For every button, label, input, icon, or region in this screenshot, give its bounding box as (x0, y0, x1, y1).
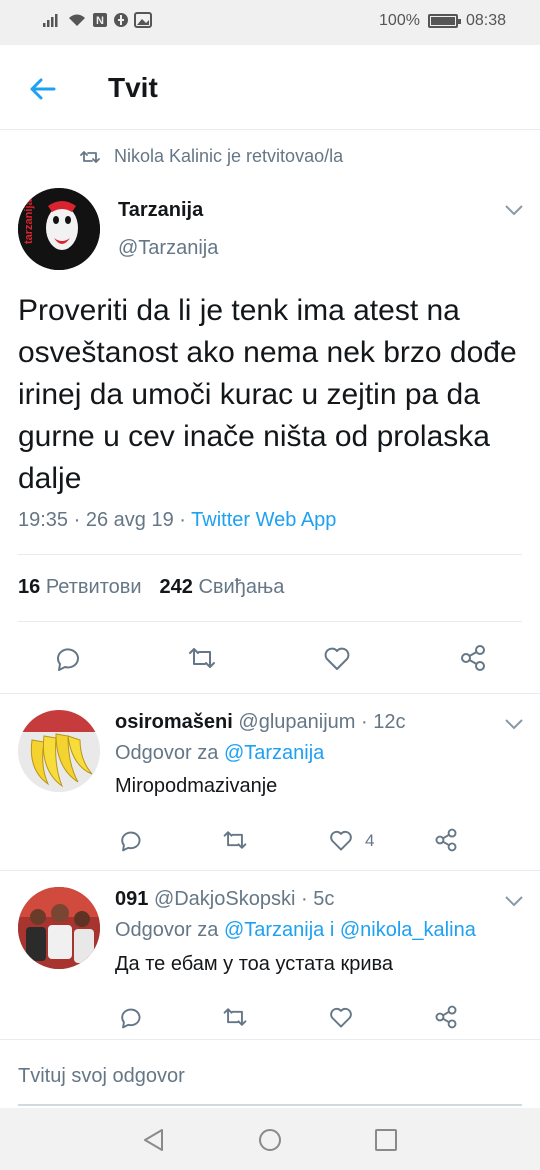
clock: 08:38 (465, 12, 506, 29)
reply-author-handle[interactable]: @DakjoSkopski (154, 888, 295, 910)
retweet-context-text: Nikola Kalinic je retvitovao/la (114, 146, 344, 166)
reply-avatar[interactable] (18, 887, 100, 969)
meta-separator: · (73, 509, 81, 531)
divider (18, 554, 522, 555)
image-notification-icon (134, 12, 152, 28)
meta-separator: · (300, 888, 308, 910)
meta-separator: · (179, 509, 186, 531)
status-icons: N (42, 12, 152, 28)
tarzanija-logo-icon: tarzanija (18, 188, 100, 270)
tweet-stats: 16 Ретвитови 242 Свиђања (18, 576, 284, 599)
divider (0, 693, 540, 694)
divider (18, 621, 522, 622)
tweet-meta: 19:35 · 26 avg 19 · Twitter Web App (18, 509, 336, 532)
reply-icon[interactable] (52, 643, 82, 673)
like-icon[interactable] (322, 643, 352, 673)
reply-author-name[interactable]: osiromašeni (115, 711, 233, 733)
system-nav-bar (0, 1108, 540, 1170)
author-handle[interactable]: @Tarzanija (118, 237, 218, 260)
nav-back-icon[interactable] (140, 1126, 168, 1154)
data-saver-icon (114, 13, 128, 27)
tweet-source-link[interactable]: Twitter Web App (191, 509, 336, 531)
reply-to-prefix: Odgovor za (115, 919, 219, 941)
reply-age: 12c (373, 711, 406, 733)
retweets-stat[interactable]: 16 Ретвитови (18, 576, 142, 599)
tweet-text: Proveriti da li je tenk ima atest na osv… (18, 294, 517, 495)
reply-to-line: Odgovor za @Tarzanija i @nikola_kalina (115, 919, 476, 942)
reply-avatar[interactable] (18, 710, 100, 792)
likes-stat[interactable]: 242 Свиђања (160, 576, 285, 599)
share-icon[interactable] (458, 643, 488, 673)
retweet-button-icon[interactable] (222, 827, 248, 853)
share-icon[interactable] (433, 827, 459, 853)
bananas-icon (18, 710, 100, 792)
nav-recents-icon[interactable] (372, 1126, 400, 1154)
reply-to-prefix: Odgovor za (115, 742, 219, 764)
retweets-label: Ретвитови (45, 576, 142, 598)
back-button[interactable] (26, 72, 60, 106)
meta-separator: · (360, 711, 368, 733)
like-count: 4 (365, 831, 375, 850)
retweets-count: 16 (18, 576, 41, 598)
reply-to-line: Odgovor za @Tarzanija (115, 742, 324, 765)
retweet-icon (80, 150, 100, 163)
chevron-down-icon[interactable] (504, 895, 524, 907)
back-arrow-icon (30, 78, 56, 100)
status-right: 100% 08:38 (379, 12, 506, 30)
battery-percentage: 100% (379, 12, 420, 29)
reply-header: osiromašeni @glupanijum · 12c (115, 711, 405, 734)
reply-age: 5c (313, 888, 335, 910)
reply-header: 091 @DakjoSkopski · 5c (115, 888, 334, 911)
nfc-icon: N (93, 13, 107, 27)
reply-author-name[interactable]: 091 (115, 888, 148, 910)
divider (0, 1039, 540, 1040)
share-icon[interactable] (433, 1004, 459, 1030)
reply-text: Miropodmazivanje (115, 775, 278, 797)
nav-home-icon[interactable] (256, 1126, 284, 1154)
reply-to-mention[interactable]: @Tarzanija (224, 742, 324, 764)
chevron-down-icon[interactable] (504, 718, 524, 730)
retweet-button-icon[interactable] (187, 643, 217, 673)
tweet-time: 19:35 (18, 509, 69, 531)
tweet-date: 26 avg 19 (85, 509, 174, 531)
chevron-down-icon[interactable] (504, 204, 524, 216)
reply-text: Да те ебам у тоа устата крива (115, 953, 394, 975)
page-title: Tvit (108, 72, 158, 103)
crowd-photo-icon (18, 887, 100, 969)
likes-count: 242 (159, 576, 193, 598)
compose-placeholder: Tvituj svoj odgovor (18, 1065, 185, 1087)
status-bar: N 100% 08:38 (0, 0, 540, 45)
author-avatar[interactable]: tarzanija (18, 188, 100, 270)
reply-to-mention[interactable]: @Tarzanija (224, 919, 324, 941)
retweet-button-icon[interactable] (222, 1004, 248, 1030)
reply-to-mention[interactable]: @nikola_kalina (340, 919, 476, 941)
likes-label: Свиђања (198, 576, 285, 598)
reply-author-handle[interactable]: @glupanijum (238, 711, 355, 733)
reply-to-separator: i (329, 919, 335, 941)
reply-icon[interactable] (117, 827, 143, 853)
reply-compose-input[interactable]: Tvituj svoj odgovor (18, 1060, 522, 1106)
svg-text:N: N (96, 15, 104, 27)
divider (0, 870, 540, 871)
tweet-actions (0, 640, 540, 676)
battery-icon (427, 14, 461, 28)
reply-icon[interactable] (117, 1004, 143, 1030)
app-header: Tvit (0, 45, 540, 130)
signal-icon (43, 14, 58, 27)
avatar-logo-text: tarzanija (23, 198, 35, 244)
retweet-context[interactable]: Nikola Kalinic je retvitovao/la (80, 146, 343, 167)
like-icon[interactable] (328, 827, 354, 853)
author-name[interactable]: Tarzanija (118, 199, 203, 222)
like-icon[interactable] (328, 1004, 354, 1030)
wifi-icon (69, 14, 85, 26)
